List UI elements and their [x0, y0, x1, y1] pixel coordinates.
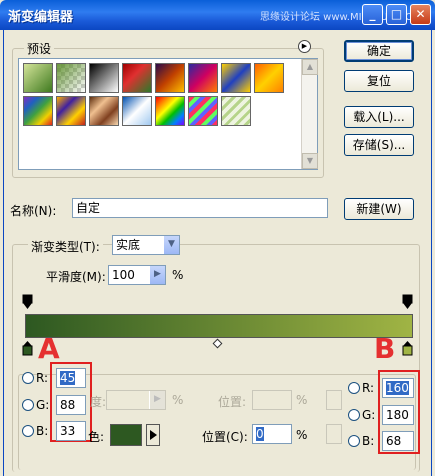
b-label-left: B: — [36, 424, 49, 438]
scroll-up-icon[interactable]: ▲ — [302, 59, 318, 75]
g-field-left[interactable]: 88 — [56, 395, 86, 415]
g-field-right[interactable]: 180 — [382, 405, 414, 425]
preset-swatch[interactable] — [23, 96, 53, 126]
b-label-right: B: — [362, 434, 375, 448]
opacity-field: ▶ — [106, 390, 166, 410]
b-field-left[interactable]: 33 — [56, 421, 86, 441]
name-label: 名称(N): — [10, 204, 57, 218]
color-label: 色: — [88, 430, 105, 444]
r-field-right[interactable]: 160 — [382, 378, 414, 398]
preset-swatch[interactable] — [89, 63, 119, 93]
preset-swatch[interactable] — [188, 63, 218, 93]
gradient-type-label: 渐变类型(T): — [28, 238, 103, 255]
opacity-location-field — [252, 390, 292, 410]
preset-swatch[interactable] — [122, 96, 152, 126]
annotation-b: B — [374, 332, 396, 365]
save-button[interactable]: 存储(S)... — [344, 134, 414, 156]
smoothness-unit: % — [172, 268, 184, 282]
radio-g-left[interactable] — [22, 399, 34, 411]
preset-swatch[interactable] — [254, 63, 284, 93]
name-field[interactable]: 自定 — [72, 198, 328, 218]
maximize-icon[interactable]: □ — [386, 4, 407, 25]
r-value-left: 45 — [60, 371, 76, 385]
new-button[interactable]: 新建(W) — [344, 198, 414, 220]
g-label-right: G: — [362, 408, 376, 422]
opacity-delete-button — [326, 390, 342, 410]
b-field-right[interactable]: 68 — [382, 431, 414, 451]
gradient-type-select[interactable]: 实底 ▼ — [112, 235, 180, 255]
radio-r-left[interactable] — [22, 372, 34, 384]
preset-swatch[interactable] — [221, 63, 251, 93]
g-label-left: G: — [36, 398, 50, 412]
color-location-label: 位置(C): — [202, 430, 248, 444]
color-stop-left[interactable] — [22, 340, 33, 356]
preset-swatch[interactable] — [155, 96, 185, 126]
color-swatch[interactable] — [110, 424, 142, 446]
opacity-stop-left[interactable] — [22, 294, 33, 310]
color-location-value: 0 — [256, 427, 264, 441]
preset-swatch[interactable] — [23, 63, 53, 93]
annotation-a: A — [38, 332, 60, 365]
preset-swatches: ▲ ▼ — [18, 58, 318, 170]
preset-swatch[interactable] — [155, 63, 185, 93]
reset-button[interactable]: 复位 — [344, 70, 414, 92]
preset-swatch[interactable] — [221, 96, 251, 126]
color-location-unit: % — [296, 428, 308, 442]
preset-swatch[interactable] — [56, 63, 86, 93]
ok-button[interactable]: 确定 — [344, 40, 414, 62]
r-label-right: R: — [362, 381, 375, 395]
preset-swatch[interactable] — [89, 96, 119, 126]
opacity-label: 度: — [90, 395, 107, 409]
triangle-right-icon — [150, 430, 157, 440]
close-icon[interactable]: ✕ — [410, 4, 431, 25]
gradient-preview-bar[interactable] — [25, 314, 413, 338]
opacity-location-unit: % — [296, 393, 308, 407]
chevron-right-icon: ▶ — [149, 391, 165, 409]
smoothness-label: 平滑度(M): — [46, 270, 106, 284]
smoothness-value: 100 — [112, 268, 135, 282]
opacity-location-label: 位置: — [218, 395, 247, 409]
radio-r-right[interactable] — [348, 382, 360, 394]
color-stop-right[interactable] — [402, 340, 413, 356]
title-bar: 渐变编辑器 思缘设计论坛 www.MISSYUAN.COM _ □ ✕ — [0, 0, 435, 30]
scroll-down-icon[interactable]: ▼ — [302, 153, 318, 169]
color-menu-button[interactable] — [146, 424, 160, 446]
radio-b-right[interactable] — [348, 435, 360, 447]
radio-b-left[interactable] — [22, 425, 34, 437]
r-label-left: R: — [36, 371, 49, 385]
opacity-unit: % — [172, 393, 184, 407]
radio-g-right[interactable] — [348, 409, 360, 421]
presets-label: 预设 — [24, 40, 55, 57]
minimize-icon[interactable]: _ — [362, 4, 383, 25]
preset-swatch[interactable] — [188, 96, 218, 126]
window-title: 渐变编辑器 — [8, 10, 74, 25]
chevron-right-icon[interactable]: ▶ — [149, 266, 165, 284]
presets-scrollbar[interactable]: ▲ ▼ — [301, 59, 318, 169]
preset-swatch[interactable] — [56, 96, 86, 126]
chevron-down-icon[interactable]: ▼ — [163, 236, 179, 254]
gradient-type-value: 实底 — [116, 238, 141, 252]
preset-swatch[interactable] — [122, 63, 152, 93]
load-button[interactable]: 载入(L)... — [344, 106, 414, 128]
opacity-stop-right[interactable] — [402, 294, 413, 310]
color-delete-button — [326, 424, 342, 444]
color-location-field[interactable]: 0 — [252, 424, 292, 444]
r-value-right: 160 — [386, 381, 409, 395]
presets-menu-icon[interactable]: ▶ — [298, 40, 311, 53]
smoothness-field[interactable]: 100 ▶ — [108, 265, 166, 285]
r-field-left[interactable]: 45 — [56, 368, 86, 388]
